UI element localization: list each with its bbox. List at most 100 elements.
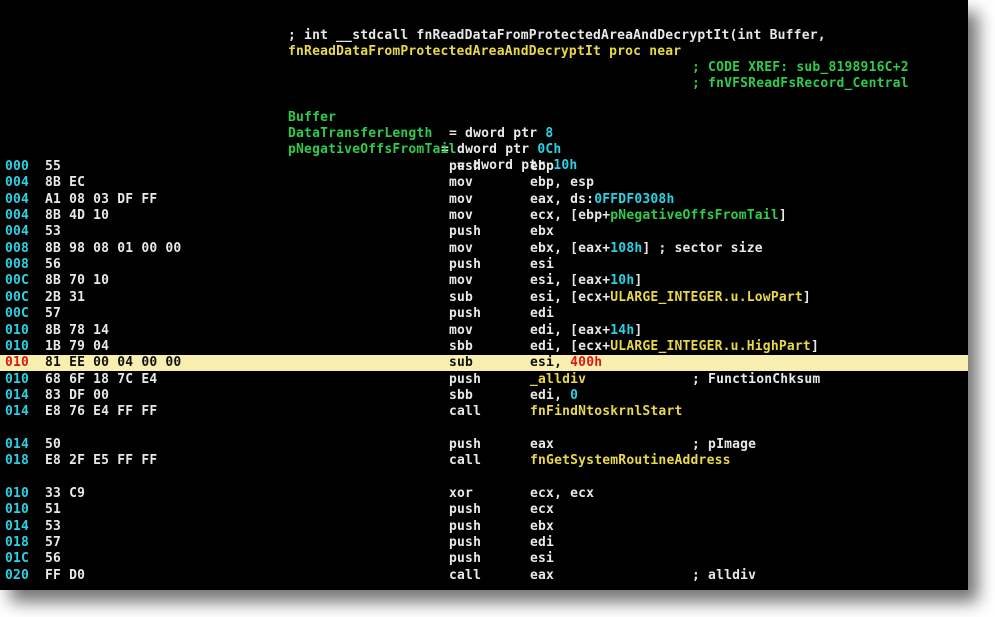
instruction-address: 018 bbox=[5, 535, 30, 550]
operand-part: 14h bbox=[610, 323, 635, 338]
operands: eax bbox=[530, 437, 554, 453]
operand-part: esi bbox=[530, 257, 555, 272]
mnemonic: mov bbox=[449, 175, 474, 190]
instruction-line[interactable]: 018 57 push edi bbox=[0, 535, 968, 551]
opcode-bytes: 68 6F 18 7C E4 bbox=[45, 372, 158, 387]
operand-part: 0FFDF0308h bbox=[594, 192, 675, 207]
opcode-bytes: 8B 4D 10 bbox=[45, 208, 110, 223]
stack-var-name[interactable]: pNegativeOffsFromTail bbox=[288, 142, 457, 158]
operand-part: ] bbox=[810, 339, 819, 354]
disassembly-view[interactable]: ; int __stdcall fnReadDataFromProtectedA… bbox=[0, 0, 968, 590]
instruction-line[interactable]: 018 E8 2F E5 FF FF call fnGetSystemRoutineA… bbox=[0, 453, 968, 469]
instruction-line[interactable]: 010 8B 78 14 mov edi, [eax+14h] bbox=[0, 323, 968, 339]
mnemonic: push bbox=[449, 257, 482, 272]
opcode-bytes: 57 bbox=[45, 306, 62, 321]
mnemonic: push bbox=[449, 437, 482, 452]
opcode-bytes: 50 bbox=[45, 437, 62, 452]
opcode-bytes: 53 bbox=[45, 519, 62, 534]
operand-part: ebx, [eax+ bbox=[530, 241, 611, 256]
code-xref-comment[interactable]: ; fnVFSReadFsRecord_Central bbox=[692, 76, 909, 92]
operands: ecx, [ebp+pNegativeOffsFromTail] bbox=[530, 208, 787, 224]
instruction-line[interactable]: 004 A1 08 03 DF FF mov eax, ds:0FFDF0308h bbox=[0, 192, 968, 208]
operand-part: esi, [ecx+ bbox=[530, 290, 611, 305]
symbol-reference[interactable]: fnFindNtoskrnlStart bbox=[530, 404, 683, 419]
operand-part: 108h bbox=[610, 241, 643, 256]
mnemonic: sub bbox=[449, 355, 474, 370]
function-signature-line: ; int __stdcall fnReadDataFromProtectedA… bbox=[0, 12, 968, 43]
instruction-line[interactable]: 00C 57 push edi bbox=[0, 306, 968, 322]
instruction-line[interactable]: 010 68 6F 18 7C E4 push _alldiv ; FunctionCh… bbox=[0, 372, 968, 388]
operands: ebx bbox=[530, 519, 554, 535]
mnemonic: call bbox=[449, 453, 482, 468]
operands: _alldiv bbox=[530, 372, 586, 388]
operands: ecx bbox=[530, 502, 554, 518]
opcode-bytes: 81 EE 00 04 00 00 bbox=[45, 355, 182, 370]
instruction-address: 004 bbox=[5, 208, 30, 223]
operand-part: ] bbox=[634, 323, 643, 338]
opcode-bytes: E8 2F E5 FF FF bbox=[45, 453, 158, 468]
operand-part: eax bbox=[530, 568, 555, 583]
opcode-bytes: 55 bbox=[45, 159, 62, 174]
instruction-line[interactable]: 00C 8B 70 10 mov esi, [eax+10h] bbox=[0, 273, 968, 289]
operands: ebx, [eax+108h] ; sector size bbox=[530, 241, 763, 257]
opcode-bytes: 53 bbox=[45, 224, 62, 239]
operands: ebp, esp bbox=[530, 175, 594, 191]
instruction-line[interactable]: 014 50 push eax ; pImage bbox=[0, 437, 968, 453]
symbol-reference[interactable]: ULARGE_INTEGER.u.HighPart bbox=[610, 339, 811, 354]
mnemonic: push bbox=[449, 551, 482, 566]
instruction-line[interactable]: 010 33 C9 xor ecx, ecx bbox=[0, 486, 968, 502]
operand-part: 0 bbox=[570, 388, 579, 403]
symbol-reference[interactable]: fnGetSystemRoutineAddress bbox=[530, 453, 731, 468]
instruction-line[interactable]: 010 51 push ecx bbox=[0, 502, 968, 518]
stack-var-line: Buffer = dword ptr 8 bbox=[0, 94, 968, 141]
operand-part: esi, [eax+ bbox=[530, 273, 611, 288]
symbol-reference[interactable]: pNegativeOffsFromTail bbox=[610, 208, 779, 223]
instruction-line[interactable]: 01C 56 push esi bbox=[0, 551, 968, 567]
operand-part: edi, bbox=[530, 388, 571, 403]
opcode-bytes: 8B 98 08 01 00 00 bbox=[45, 241, 182, 256]
operand-part: ] bbox=[778, 208, 787, 223]
operands: eax, ds:0FFDF0308h bbox=[530, 192, 675, 208]
instruction-line[interactable]: 008 8B 98 08 01 00 00 mov ebx, [eax+108h] ;… bbox=[0, 241, 968, 257]
instruction-line[interactable]: 014 53 push ebx bbox=[0, 519, 968, 535]
mnemonic: push bbox=[449, 306, 482, 321]
mnemonic: sbb bbox=[449, 339, 474, 354]
mnemonic: mov bbox=[449, 192, 474, 207]
opcode-bytes: 51 bbox=[45, 502, 62, 517]
proc-declaration-line: fnReadDataFromProtectedAreaAndDecryptIt … bbox=[0, 28, 968, 59]
instruction-address: 00C bbox=[5, 290, 30, 305]
instruction-address: 00C bbox=[5, 273, 30, 288]
instruction-line[interactable]: 004 8B EC mov ebp, esp bbox=[0, 175, 968, 191]
instruction-line[interactable]: 004 53 push ebx bbox=[0, 224, 968, 240]
operand-part: 10h bbox=[610, 273, 635, 288]
instruction-address: 020 bbox=[5, 568, 30, 583]
instruction-address: 004 bbox=[5, 192, 30, 207]
instruction-address: 010 bbox=[5, 355, 30, 370]
instruction-line[interactable]: 004 8B 4D 10 mov ecx, [ebp+pNegativeOffsFro… bbox=[0, 208, 968, 224]
operands: edi bbox=[530, 535, 554, 551]
mnemonic: mov bbox=[449, 273, 474, 288]
instruction-line[interactable]: 014 E8 76 E4 FF FF call fnFindNtoskrnlStart bbox=[0, 404, 968, 420]
instruction-address: 004 bbox=[5, 224, 30, 239]
instruction-line[interactable]: 00C 2B 31 sub esi, [ecx+ULARGE_INTEGER.u.Lo… bbox=[0, 290, 968, 306]
instruction-line-selected[interactable]: 010 81 EE 00 04 00 00 sub esi, 400h bbox=[0, 355, 968, 371]
opcode-bytes: 56 bbox=[45, 257, 62, 272]
opcode-bytes: 8B 70 10 bbox=[45, 273, 110, 288]
instruction-line[interactable]: 008 56 push esi bbox=[0, 257, 968, 273]
instruction-line[interactable]: 000 55 push ebp bbox=[0, 159, 968, 175]
instruction-address: 010 bbox=[5, 502, 30, 517]
mnemonic: push bbox=[449, 519, 482, 534]
instruction-line[interactable]: 010 1B 79 04 sbb edi, [ecx+ULARGE_INTEGER.u… bbox=[0, 339, 968, 355]
operands: esi, [eax+10h] bbox=[530, 273, 642, 289]
instruction-line[interactable]: 014 83 DF 00 sbb edi, 0 bbox=[0, 388, 968, 404]
instruction-address: 014 bbox=[5, 404, 30, 419]
operands: esi, 400h bbox=[530, 355, 602, 371]
symbol-reference[interactable]: _alldiv bbox=[530, 372, 586, 387]
operands: esi bbox=[530, 551, 554, 567]
operands: edi, 0 bbox=[530, 388, 578, 404]
instruction-address: 008 bbox=[5, 241, 30, 256]
xref-line: ; fnVFSReadFsRecord_Central bbox=[0, 60, 968, 91]
symbol-reference[interactable]: ULARGE_INTEGER.u.LowPart bbox=[610, 290, 803, 305]
instruction-line[interactable]: 020 FF D0 call eax ; alldiv bbox=[0, 568, 968, 584]
xref-line: ; CODE XREF: sub_8198916C+2 bbox=[0, 44, 968, 75]
